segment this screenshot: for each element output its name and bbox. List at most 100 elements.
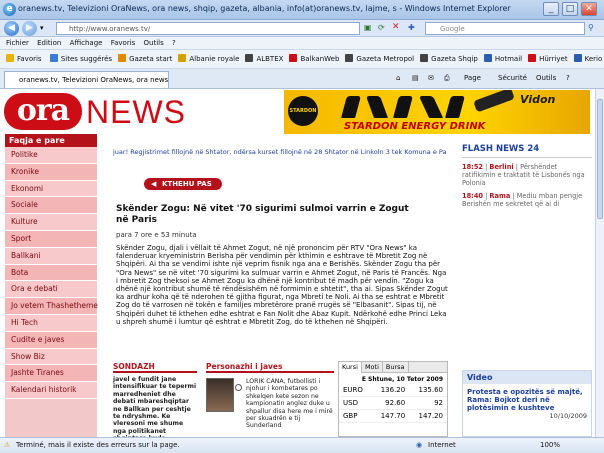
search-input[interactable]: Google [425,22,585,35]
sidebar-item[interactable]: Ekonomi [5,180,97,198]
sidebar-item[interactable]: Politike [5,147,97,164]
close-button[interactable]: ✕ [581,2,597,16]
favorite-icon [345,54,354,62]
dancer-silhouette [418,96,444,118]
home-icon[interactable]: ⌂ [396,74,400,82]
person-title: Personazhi i javes [206,362,334,373]
forward-button[interactable]: ▶ [22,21,37,36]
tab-bursa[interactable]: Bursa [383,362,409,373]
dancer-silhouette [393,96,413,118]
page-menu[interactable]: Page [464,74,481,82]
safety-menu[interactable]: Sécurité [498,74,527,82]
sidebar-item[interactable]: Sociale [5,197,97,215]
sidebar-item[interactable]: Bota [5,264,97,282]
warning-icon[interactable]: ⚠ [4,441,10,449]
person-photo[interactable] [206,378,234,412]
minimize-button[interactable]: _ [543,2,559,16]
sidebar-title[interactable]: Faqja e pare [5,134,97,147]
favorite-item[interactable]: Gazeta start [118,50,172,68]
vertical-scrollbar[interactable] [595,89,604,437]
logo-news: NEWS [86,94,186,130]
sidebar-item[interactable]: Ora e debati [5,281,97,299]
arrow-left-icon: ◀ [151,180,157,188]
stop-icon[interactable]: ✕ [392,22,400,32]
favorite-item[interactable]: BalkanWeb [289,50,339,68]
flash-item[interactable]: 18:40 | Rama | Mediu mban pengje Berishë… [462,192,592,208]
logo-ora: ora [4,93,82,130]
flash-news-title: FLASH NEWS 24 [462,144,592,158]
banner-title: STARDON ENERGY DRINK [344,121,486,132]
sidebar-item[interactable]: Jashte Tiranes [5,365,97,383]
tab-moti[interactable]: Moti [362,362,383,373]
flash-item[interactable]: 18:52 | Berlini | Përshëndet ratifikimin… [462,163,592,187]
favorite-icon [49,54,58,62]
search-provider-icon[interactable]: ✚ [408,23,415,32]
sidebar-item[interactable]: Kulture [5,214,97,231]
scroll-thumb[interactable] [597,99,603,219]
poll-title: SONDAZH [113,362,197,373]
refresh-icon[interactable]: ⟳ [378,23,385,32]
sidebar-item[interactable]: Jo vetem Thashetheme [5,298,98,315]
sidebar-item[interactable]: Kronike [5,163,97,181]
favorite-item[interactable]: Hotmail [483,50,522,68]
favorite-item[interactable]: Kerio [573,50,602,68]
tools-menu[interactable]: Outils [536,74,556,82]
article-title: Skënder Zogu: Në vitet '70 sigurimi sulm… [116,204,409,225]
history-dropdown-icon[interactable]: ▾ [40,24,44,32]
address-input[interactable]: http://www.oranews.tv/ [56,22,360,35]
table-row: EURO 136.20 135.60 [339,384,447,397]
favorite-item[interactable]: Hürriyet [528,50,568,68]
menu-edit[interactable]: Edition [37,37,61,50]
mail-icon[interactable]: ✉ [428,74,434,82]
sidebar-item[interactable]: Sport [5,230,97,248]
menu-favorites[interactable]: Favoris [111,37,136,50]
zone-text: Internet [428,441,456,449]
flash-news-box: FLASH NEWS 24 18:52 | Berlini | Përshënd… [462,144,592,294]
back-button[interactable]: ◀ [4,21,19,36]
video-headline[interactable]: Protesta e opozitës së majtë, Rama: Bojk… [463,384,591,412]
sidebar-item[interactable]: Cudite e javes [5,331,97,349]
poll-box: SONDAZH javel e fundit jane intensifikua… [113,362,197,437]
favorite-item[interactable]: Albanie royale [178,50,239,68]
person-text[interactable]: LORIK CANA, futbollisti i njohur i kombe… [246,378,334,430]
sidebar-item[interactable]: Ballkani [5,247,97,265]
tab-kursi[interactable]: Kursi [339,362,362,373]
window-title: oranews.tv, Televizioni OraNews, ora new… [18,4,511,13]
globe-icon: ◉ [416,441,423,449]
feeds-icon[interactable]: ▤ [412,74,419,82]
zoom-level[interactable]: 100% [540,441,560,449]
favorite-icon [245,54,254,62]
favorite-icon [118,54,127,62]
menu-view[interactable]: Affichage [70,37,103,50]
menu-file[interactable]: Fichier [6,37,29,50]
site-header: ora NEWS STARDON Vidon STARDON ENERGY DR… [0,89,595,134]
sidebar-item[interactable]: Hi Tech [5,314,97,332]
maximize-button[interactable]: □ [562,2,578,16]
ie-logo-icon: e [3,3,16,16]
tab-oranews[interactable]: oranews.tv, Televizioni OraNews, ora new… [4,71,169,88]
favorite-item[interactable]: ALBTEX [245,50,283,68]
table-row: USD 92.60 92 [339,396,447,410]
back-link-button[interactable]: ◀ KTHEHU PAS [144,178,222,190]
ad-banner[interactable]: STARDON Vidon STARDON ENERGY DRINK [284,90,590,134]
oranews-logo[interactable]: ora NEWS [4,93,284,130]
favorite-icon [178,54,187,62]
search-icon[interactable]: ⚲ [588,23,594,32]
exchange-rate-box: Kursi Moti Bursa E Shtune, 10 Tetor 2009 E… [338,361,448,437]
compat-icon[interactable]: ▣ [364,23,372,32]
favorites-button[interactable]: Favoris [6,50,42,68]
help-menu[interactable]: ? [566,74,570,82]
news-ticker[interactable]: juar! Regjistrimet fillojnë në Shtator, … [113,147,453,157]
favorite-item[interactable]: Sites suggérés [49,50,112,68]
favorite-item[interactable]: Gazeta Metropol [345,50,414,68]
sidebar-item[interactable]: Show Biz [5,348,97,366]
tab-bar: oranews.tv, Televizioni OraNews, ora new… [0,69,604,89]
menu-tools[interactable]: Outils [144,37,164,50]
print-icon[interactable]: ⎙ [444,74,450,83]
menu-help[interactable]: ? [172,37,176,50]
favorite-item[interactable]: Gazeta Shqip [420,50,478,68]
article-body: Skënder Zogu, djali i vëllait të Ahmet Z… [116,244,448,326]
poll-text[interactable]: javel e fundit jane intensifikuar te tep… [113,376,197,437]
address-toolbar: ◀ ▶ ▾ http://www.oranews.tv/ ▣ ⟳ ✕ ✚ Goo… [0,20,604,37]
sidebar-item[interactable]: Kalendari historik [5,382,97,399]
